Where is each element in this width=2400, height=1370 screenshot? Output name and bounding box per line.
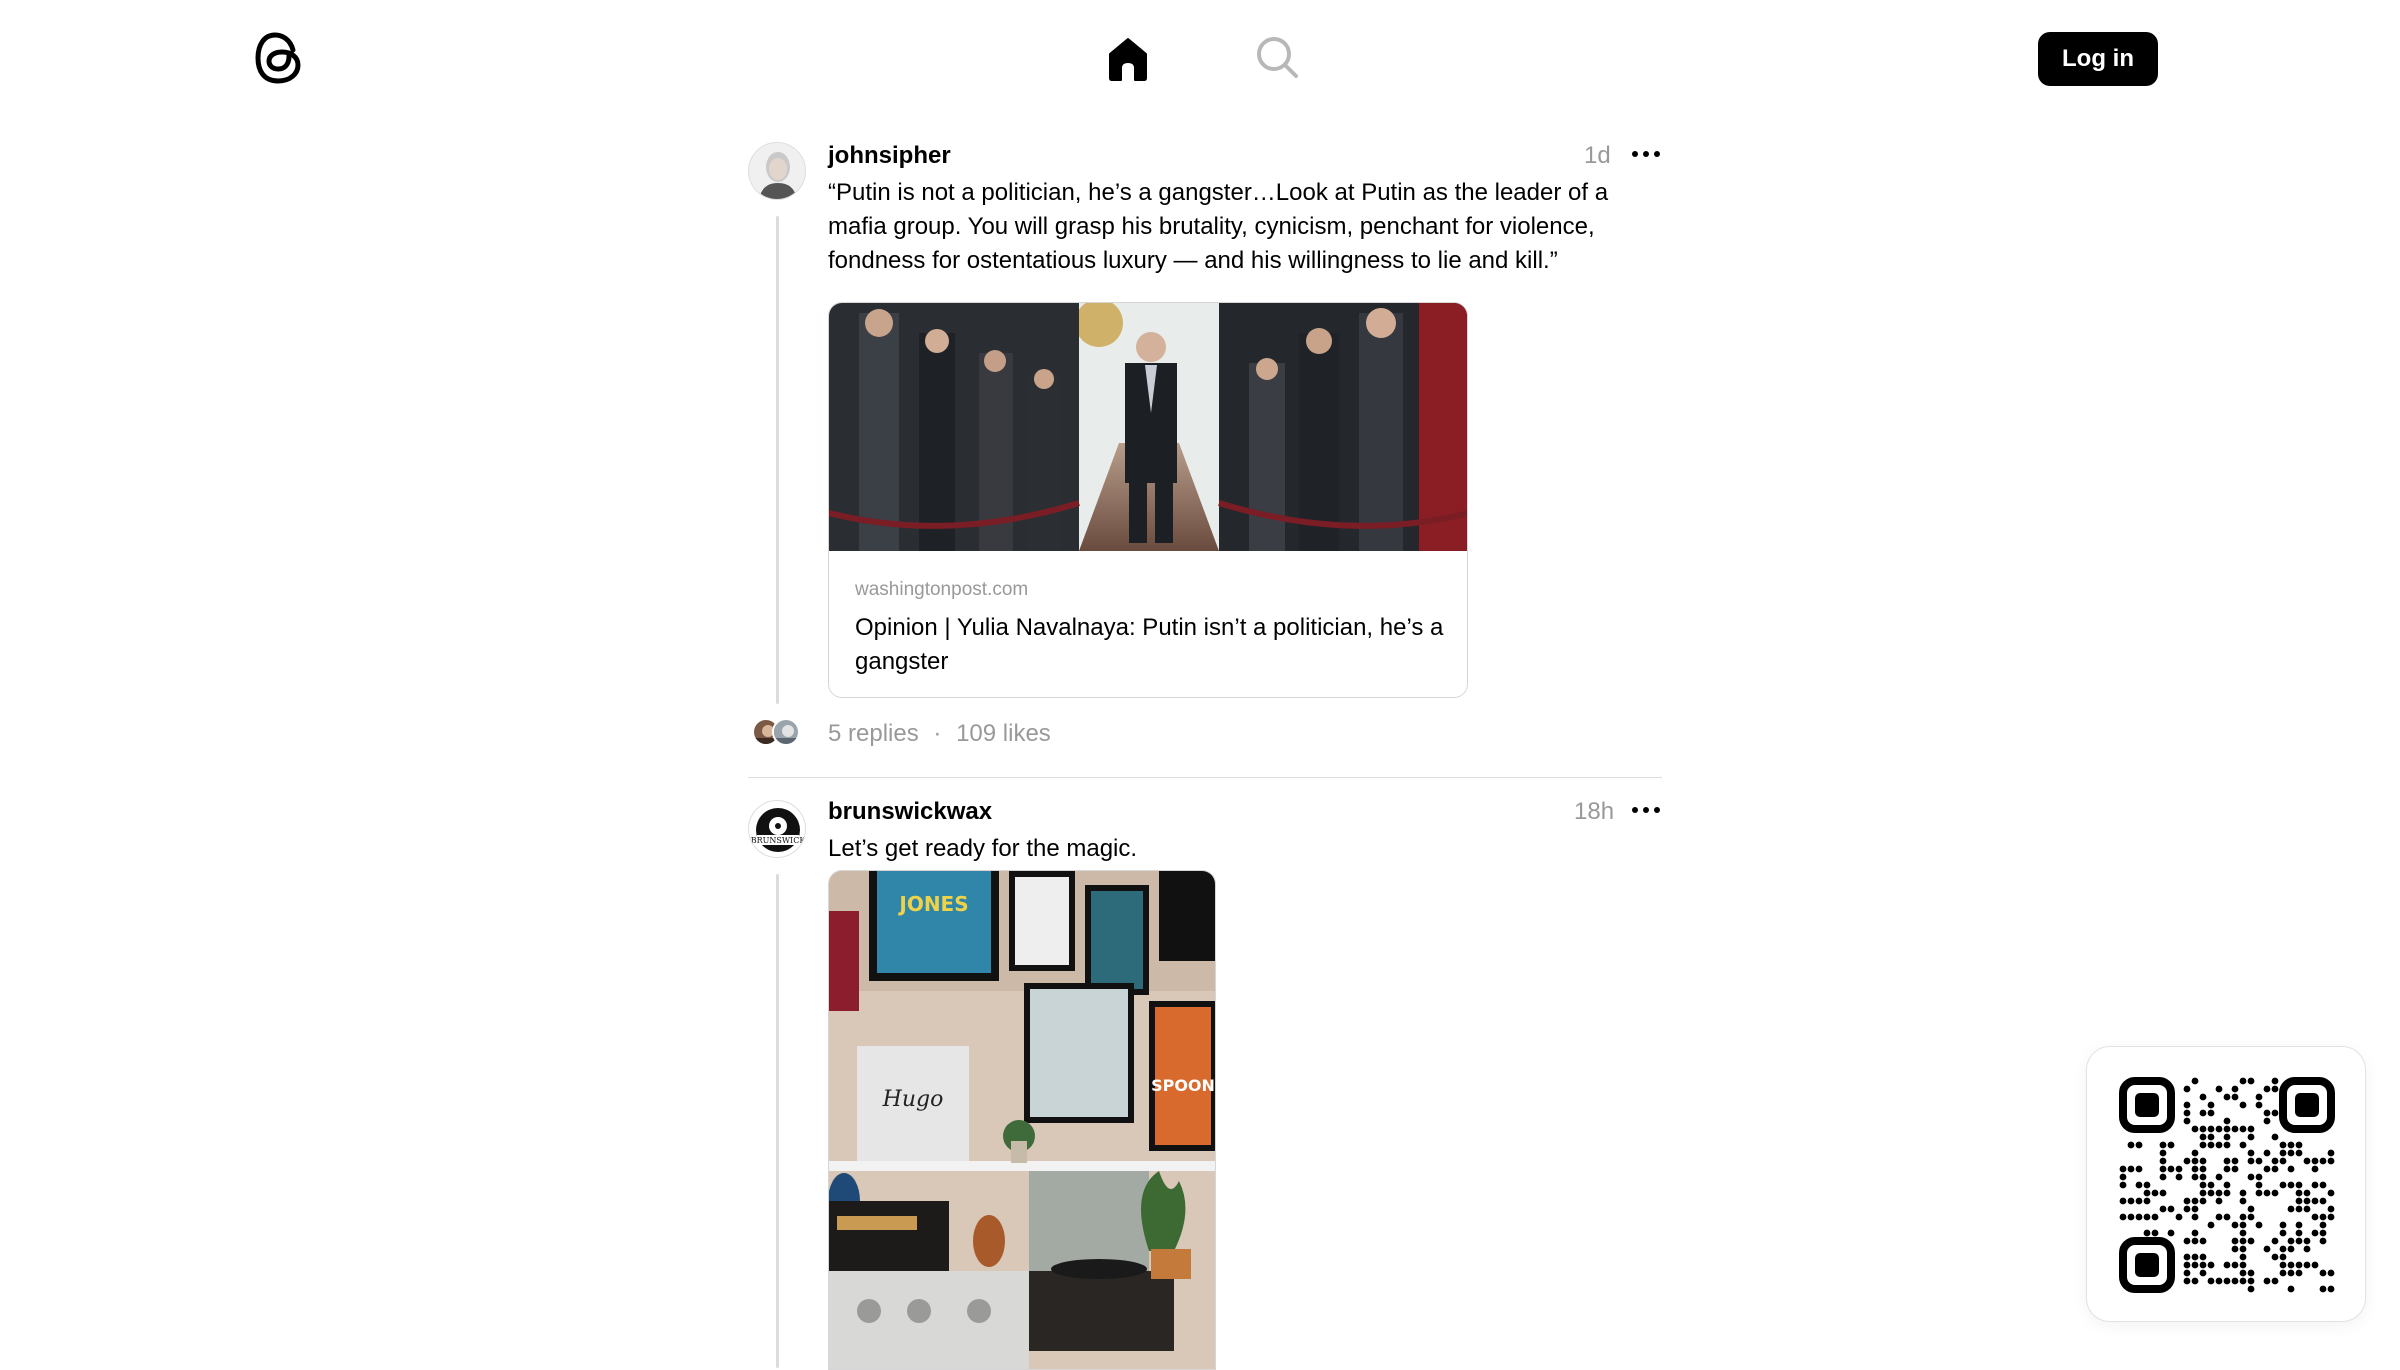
link-preview-image: [829, 303, 1467, 551]
avatar[interactable]: BRUNSWICK: [748, 800, 806, 858]
likes-count[interactable]: 109 likes: [956, 720, 1051, 747]
post: BRUNSWICK brunswickwax 18h Let’s get rea…: [748, 778, 1664, 1370]
threads-logo-icon[interactable]: [254, 30, 306, 86]
post-timestamp[interactable]: 18h: [1574, 798, 1614, 826]
link-title: Opinion | Yulia Navalnaya: Putin isn’t a…: [855, 614, 1444, 675]
more-options-icon[interactable]: [1628, 142, 1664, 166]
post-timestamp[interactable]: 1d: [1584, 142, 1611, 170]
feed: johnsipher 1d “Putin is not a politician…: [748, 130, 1664, 1370]
qr-code: [2119, 1077, 2335, 1293]
more-options-icon[interactable]: [1628, 798, 1664, 822]
svg-text:JONES: JONES: [897, 892, 968, 916]
svg-text:Hugo: Hugo: [882, 1087, 944, 1112]
post-username[interactable]: johnsipher: [828, 142, 951, 170]
stats-separator: ·: [933, 720, 942, 747]
search-icon[interactable]: [1252, 32, 1304, 84]
thread-line: [776, 874, 779, 1368]
svg-text:BRUNSWICK: BRUNSWICK: [751, 836, 806, 845]
post-username[interactable]: brunswickwax: [828, 798, 992, 826]
avatar: [772, 718, 800, 746]
thread-line: [776, 216, 779, 704]
replies-count[interactable]: 5 replies: [828, 720, 919, 747]
post-photo[interactable]: JONES SPOON Hugo: [828, 870, 1216, 1370]
top-nav-bar: Log in: [0, 0, 2400, 118]
post-stats: 5 replies · 109 likes: [828, 720, 1051, 748]
login-button[interactable]: Log in: [2038, 32, 2158, 86]
post: johnsipher 1d “Putin is not a politician…: [748, 130, 1662, 778]
reply-avatars: [752, 718, 804, 746]
link-preview-card[interactable]: washingtonpost.com Opinion | Yulia Naval…: [828, 302, 1468, 698]
avatar[interactable]: [748, 142, 806, 200]
post-text: “Putin is not a politician, he’s a gangs…: [828, 179, 1609, 274]
qr-code-card: [2086, 1046, 2366, 1322]
svg-text:SPOON: SPOON: [1151, 1076, 1215, 1095]
post-text: Let’s get ready for the magic.: [828, 835, 1138, 862]
link-domain: washingtonpost.com: [855, 579, 1029, 600]
home-icon[interactable]: [1102, 34, 1154, 84]
